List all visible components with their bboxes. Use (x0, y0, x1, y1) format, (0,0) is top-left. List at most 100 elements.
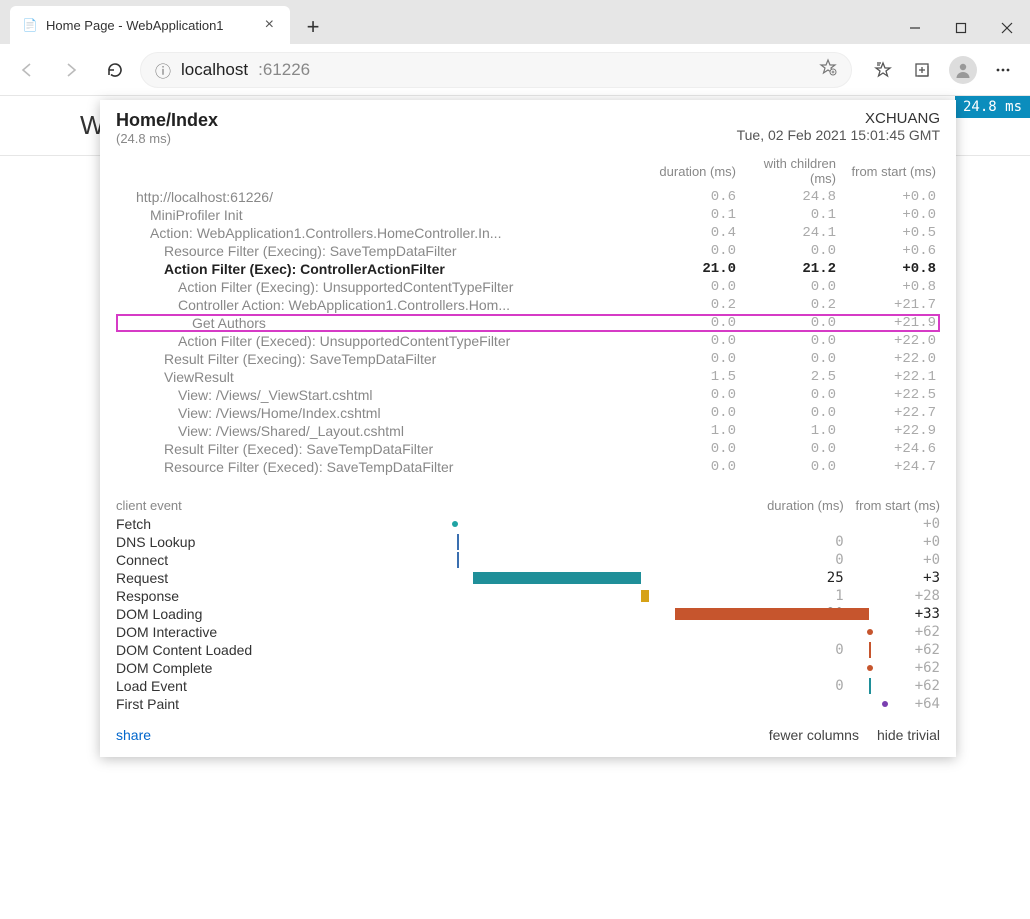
client-event-start: +3 (844, 569, 940, 587)
close-window-button[interactable] (984, 12, 1030, 44)
timing-children: 24.8 (740, 188, 840, 206)
timing-start: +0.6 (840, 242, 940, 260)
client-event-label: Request (116, 569, 287, 587)
profiler-timestamp: Tue, 02 Feb 2021 15:01:45 GMT (737, 127, 940, 143)
timing-start: +0.5 (840, 224, 940, 242)
timing-row[interactable]: Action Filter (Exec): ControllerActionFi… (116, 260, 940, 278)
timing-row[interactable]: Result Filter (Execing): SaveTempDataFil… (116, 350, 940, 368)
client-timing-row[interactable]: DOM Interactive+62 (116, 623, 940, 641)
client-timing-row[interactable]: DOM Loading29+33 (116, 605, 940, 623)
timing-row[interactable]: Resource Filter (Execed): SaveTempDataFi… (116, 458, 940, 476)
timing-row[interactable]: http://localhost:61226/0.624.8+0.0 (116, 188, 940, 206)
timing-start: +0.0 (840, 206, 940, 224)
client-event-start: +0 (844, 515, 940, 533)
client-timing-row[interactable]: DOM Complete+62 (116, 659, 940, 677)
badge-value: 24.8 (963, 99, 997, 115)
site-info-icon[interactable]: ⓘ (155, 58, 171, 82)
client-event-bar (287, 515, 747, 533)
client-event-start: +0 (844, 533, 940, 551)
timing-label: Resource Filter (Execed): SaveTempDataFi… (116, 458, 640, 476)
favorite-icon[interactable] (819, 58, 837, 81)
timing-row[interactable]: Controller Action: WebApplication1.Contr… (116, 296, 940, 314)
client-timing-row[interactable]: Response1+28 (116, 587, 940, 605)
timing-start: +0.8 (840, 278, 940, 296)
timing-row[interactable]: Action: WebApplication1.Controllers.Home… (116, 224, 940, 242)
miniprofiler-badge[interactable]: 24.8 ms (955, 96, 1030, 118)
timing-children: 0.1 (740, 206, 840, 224)
timing-duration: 0.1 (640, 206, 740, 224)
client-timing-row[interactable]: Request25+3 (116, 569, 940, 587)
client-event-label: Fetch (116, 515, 287, 533)
timing-children: 0.0 (740, 332, 840, 350)
timing-row[interactable]: ViewResult1.52.5+22.1 (116, 368, 940, 386)
timing-children: 0.0 (740, 404, 840, 422)
browser-tab[interactable]: 📄 Home Page - WebApplication1 × (10, 6, 290, 44)
address-bar[interactable]: ⓘ localhost:61226 (140, 52, 852, 88)
timing-children: 0.0 (740, 278, 840, 296)
avatar-icon (949, 56, 977, 84)
profile-button[interactable] (944, 51, 982, 89)
maximize-button[interactable] (938, 12, 984, 44)
timing-row[interactable]: Action Filter (Execed): UnsupportedConte… (116, 332, 940, 350)
new-tab-button[interactable]: + (296, 10, 330, 44)
hide-trivial-link[interactable]: hide trivial (877, 727, 940, 743)
timing-start: +22.9 (840, 422, 940, 440)
timing-row[interactable]: Result Filter (Execed): SaveTempDataFilt… (116, 440, 940, 458)
client-event-duration: 0 (747, 533, 843, 551)
timing-row[interactable]: MiniProfiler Init0.10.1+0.0 (116, 206, 940, 224)
client-timing-row[interactable]: Fetch +0 (116, 515, 940, 533)
minimize-button[interactable] (892, 12, 938, 44)
timing-label: View: /Views/_ViewStart.cshtml (116, 386, 640, 404)
col-duration: duration (ms) (640, 154, 740, 188)
client-event-bar (287, 659, 747, 677)
profiler-footer: share fewer columns hide trivial (116, 727, 940, 743)
profiler-header: Home/Index (24.8 ms) XCHUANG Tue, 02 Feb… (116, 110, 940, 146)
forward-button[interactable] (52, 51, 90, 89)
timing-duration: 0.4 (640, 224, 740, 242)
timing-start: +22.0 (840, 350, 940, 368)
timing-row[interactable]: View: /Views/Home/Index.cshtml0.00.0+22.… (116, 404, 940, 422)
client-timing-row[interactable]: Connect0+0 (116, 551, 940, 569)
timing-start: +22.7 (840, 404, 940, 422)
back-button[interactable] (8, 51, 46, 89)
timing-duration: 21.0 (640, 260, 740, 278)
timing-row[interactable]: Resource Filter (Execing): SaveTempDataF… (116, 242, 940, 260)
fewer-columns-link[interactable]: fewer columns (769, 727, 859, 743)
client-timing-row[interactable]: First Paint+64 (116, 695, 940, 713)
timing-start: +22.1 (840, 368, 940, 386)
toolbar-right (864, 51, 1022, 89)
timing-label: MiniProfiler Init (116, 206, 640, 224)
client-event-bar (287, 623, 747, 641)
client-timing-row[interactable]: Load Event0+62 (116, 677, 940, 695)
client-event-start: +62 (844, 677, 940, 695)
client-event-bar (287, 551, 747, 569)
timing-label: http://localhost:61226/ (116, 188, 640, 206)
client-event-start: +28 (844, 587, 940, 605)
tab-close-icon[interactable]: × (261, 14, 278, 36)
client-timing-row[interactable]: DOM Content Loaded0+62 (116, 641, 940, 659)
timing-duration: 0.2 (640, 296, 740, 314)
client-event-label: Response (116, 587, 287, 605)
client-timing-row[interactable]: DNS Lookup0+0 (116, 533, 940, 551)
timing-row[interactable]: View: /Views/Shared/_Layout.cshtml1.01.0… (116, 422, 940, 440)
refresh-button[interactable] (96, 51, 134, 89)
timing-label: Action Filter (Execing): UnsupportedCont… (116, 278, 640, 296)
window-titlebar: 📄 Home Page - WebApplication1 × + (0, 0, 1030, 44)
share-link[interactable]: share (116, 727, 151, 743)
timing-row[interactable]: Get Authors0.00.0+21.9 (116, 314, 940, 332)
client-event-bar (287, 533, 747, 551)
client-event-label: Connect (116, 551, 287, 569)
more-button[interactable] (984, 51, 1022, 89)
client-timings-table: client event duration (ms) from start (m… (116, 496, 940, 713)
client-event-start: +0 (844, 551, 940, 569)
timing-duration: 0.0 (640, 350, 740, 368)
client-event-bar (287, 695, 747, 713)
favorites-button[interactable] (864, 51, 902, 89)
client-event-bar (287, 677, 747, 695)
timing-label: Action: WebApplication1.Controllers.Home… (116, 224, 640, 242)
timing-row[interactable]: View: /Views/_ViewStart.cshtml0.00.0+22.… (116, 386, 940, 404)
timing-label: Result Filter (Execed): SaveTempDataFilt… (116, 440, 640, 458)
timing-row[interactable]: Action Filter (Execing): UnsupportedCont… (116, 278, 940, 296)
collections-button[interactable] (904, 51, 942, 89)
client-event-label: DOM Loading (116, 605, 287, 623)
